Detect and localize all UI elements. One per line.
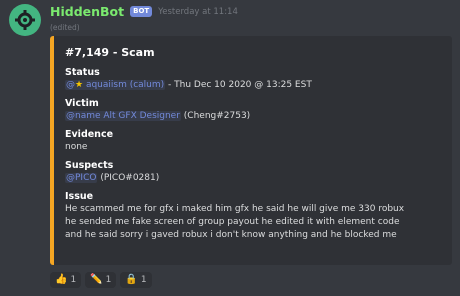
field-status: Status @★ aquaiism (calum) - Thu Dec 10 … (65, 67, 442, 91)
reaction-count: 1 (105, 275, 112, 285)
edited-label: (edited) (50, 23, 80, 32)
user-mention[interactable]: @PICO (65, 173, 98, 183)
username[interactable]: HiddenBot (50, 4, 124, 19)
timestamp: Yesterday at 11:14 (158, 6, 238, 17)
field-value: none (65, 142, 88, 152)
embed-title: #7,149 - Scam (65, 46, 155, 59)
field-name: Victim (65, 98, 99, 109)
reaction-lock[interactable]: 🔒 1 (120, 272, 152, 288)
field-victim: Victim @name Alt GFX Designer (Cheng#275… (65, 98, 442, 122)
field-value: @★ aquaiism (calum) - Thu Dec 10 2020 @ … (65, 79, 442, 91)
field-issue: Issue He scammed me for gfx i maked him … (65, 191, 442, 242)
lock-icon: 🔒 (125, 274, 138, 285)
thumbs-up-icon: 👍 (55, 274, 68, 285)
pencil-icon: ✏️ (90, 274, 103, 285)
field-name: Evidence (65, 129, 114, 140)
reaction-pencil[interactable]: ✏️ 1 (85, 272, 117, 288)
embed-card: #7,149 - Scam Status @★ aquaiism (calum)… (50, 36, 452, 265)
field-name: Issue (65, 191, 94, 202)
field-value: @name Alt GFX Designer (Cheng#2753) (65, 110, 442, 122)
message-header: HiddenBot BOT Yesterday at 11:14 (50, 4, 238, 19)
field-evidence: Evidence none (65, 129, 442, 153)
field-name: Suspects (65, 160, 114, 171)
bot-badge: BOT (130, 6, 153, 17)
user-mention[interactable]: @★ aquaiism (calum) (65, 80, 166, 90)
field-value: @PICO (PICO#0281) (65, 172, 442, 184)
reactions-bar: 👍 1 ✏️ 1 🔒 1 (50, 272, 152, 288)
user-mention[interactable]: @name Alt GFX Designer (65, 111, 181, 121)
gear-icon (15, 10, 35, 30)
field-suffix: - Thu Dec 10 2020 @ 13:25 EST (165, 80, 312, 90)
star-icon: ★ (75, 80, 84, 90)
field-name: Status (65, 67, 100, 78)
issue-description: He scammed me for gfx i maked him gfx he… (65, 204, 405, 240)
field-suffix: (PICO#0281) (97, 173, 160, 183)
field-suspects: Suspects @PICO (PICO#0281) (65, 160, 442, 184)
bot-avatar[interactable] (9, 4, 41, 36)
reaction-count: 1 (140, 275, 147, 285)
reaction-count: 1 (70, 275, 77, 285)
reaction-thumbs-up[interactable]: 👍 1 (50, 272, 82, 288)
field-suffix: (Cheng#2753) (180, 111, 251, 121)
